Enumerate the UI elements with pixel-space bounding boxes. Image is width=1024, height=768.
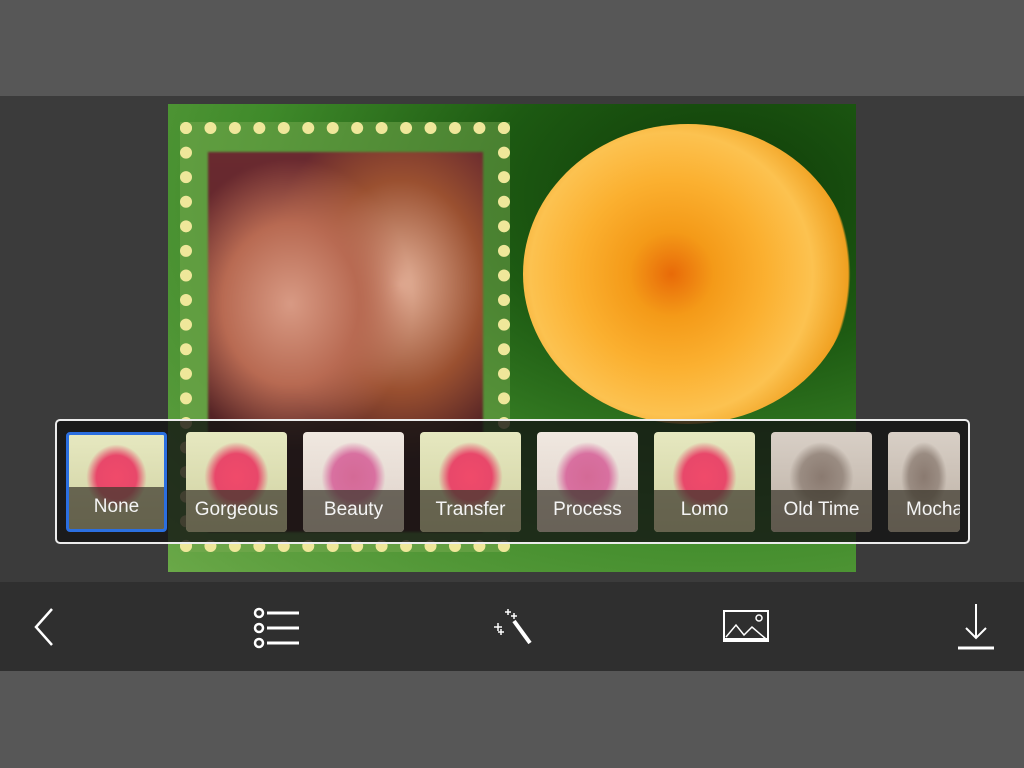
list-icon (253, 607, 299, 649)
filter-lomo[interactable]: Lomo (654, 432, 755, 532)
filter-label: Beauty (303, 490, 404, 532)
filter-label: Gorgeous (186, 490, 287, 532)
filter-label: None (69, 487, 164, 529)
filter-gorgeous[interactable]: Gorgeous (186, 432, 287, 532)
filter-none[interactable]: None (66, 432, 167, 532)
filter-label: Mocha (888, 490, 960, 532)
filter-mocha[interactable]: Mocha (888, 432, 960, 532)
download-icon (958, 604, 994, 650)
filter-beauty[interactable]: Beauty (303, 432, 404, 532)
filter-old-time[interactable]: Old Time (771, 432, 872, 532)
effects-button[interactable] (487, 602, 537, 652)
filter-label: Lomo (654, 490, 755, 532)
image-icon (723, 610, 769, 642)
filter-label: Transfer (420, 490, 521, 532)
rose-image (523, 124, 853, 424)
bottom-toolbar (0, 582, 1024, 671)
filter-process[interactable]: Process (537, 432, 638, 532)
back-button[interactable] (20, 602, 70, 652)
magic-wand-icon (494, 609, 532, 645)
filter-label: Old Time (771, 490, 872, 532)
filter-strip[interactable]: None Gorgeous Beauty Transfer Process Lo… (55, 419, 970, 544)
filter-label: Process (537, 490, 638, 532)
download-button[interactable] (951, 602, 1001, 652)
filter-transfer[interactable]: Transfer (420, 432, 521, 532)
top-bar (0, 0, 1024, 96)
gallery-button[interactable] (721, 602, 771, 652)
back-chevron-icon (34, 608, 53, 646)
frames-list-button[interactable] (251, 602, 301, 652)
